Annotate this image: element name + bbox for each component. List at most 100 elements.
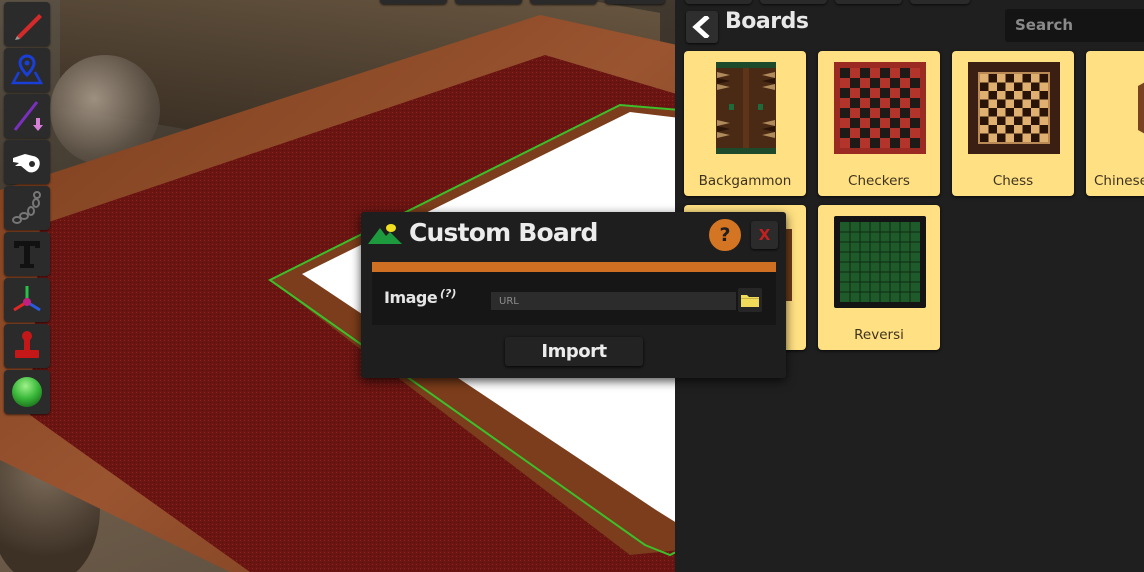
chess-square [997,108,1006,117]
board-card-reversi[interactable]: Reversi [818,205,940,350]
chess-square [997,91,1006,100]
chess-square [1022,99,1031,108]
chess-square [980,82,989,91]
top-tab[interactable] [685,0,752,4]
checkers-square [900,98,910,108]
chess-square [1014,91,1023,100]
checkers-square [850,78,860,88]
chess-square [980,99,989,108]
checkers-square [870,78,880,88]
chess-square [1005,116,1014,125]
line-arrow-icon [13,101,43,131]
checkers-square [880,88,890,98]
top-tab[interactable] [835,0,902,4]
checkers-square [880,118,890,128]
board-card-backgammon[interactable]: Backgammon [684,51,806,196]
top-tab[interactable] [455,0,522,4]
line-tool-button[interactable] [4,94,50,138]
chess-square [1031,133,1040,142]
top-tab[interactable] [380,0,447,4]
chess-square [1014,99,1023,108]
checkers-square [860,138,870,148]
reversi-thumbnail [834,216,926,308]
chess-square [1022,116,1031,125]
board-card-label: Reversi [854,327,904,343]
chinese-checkers-thumbnail [1138,82,1144,134]
flick-tool-button[interactable] [4,370,50,414]
chess-square [988,125,997,134]
chess-square [997,133,1006,142]
chess-square [997,125,1006,134]
checkers-square [910,98,920,108]
checkers-square [850,98,860,108]
checkers-square [860,98,870,108]
checkers-square [870,138,880,148]
chess-square [1014,125,1023,134]
close-button[interactable]: X [751,221,778,249]
chess-square [980,74,989,83]
top-tab[interactable] [530,0,597,4]
chess-square [980,91,989,100]
text-tool-button[interactable] [4,232,50,276]
board-card-chinese-checkers[interactable]: Chinese [1086,51,1144,196]
text-icon [14,241,40,268]
chess-square [997,99,1006,108]
grab-tool-button[interactable] [4,140,50,184]
game-viewport[interactable]: Boards Search Backgammon Checkers Chess … [0,0,1144,572]
checkers-square [850,118,860,128]
checkers-square [900,88,910,98]
checkers-square [840,78,850,88]
top-tab[interactable] [760,0,827,4]
checkers-square [860,118,870,128]
checkers-square [850,128,860,138]
green-ball-icon [12,377,42,407]
chess-square [1005,74,1014,83]
chess-square [1039,99,1048,108]
checkers-square [910,118,920,128]
top-tab[interactable] [605,0,665,4]
checkers-square [840,128,850,138]
browse-folder-button[interactable] [738,288,762,312]
checkers-square [870,98,880,108]
search-input[interactable] [1005,9,1144,42]
chess-square [1022,82,1031,91]
image-field-row: Image (?) [372,272,776,325]
chess-square [980,108,989,117]
checkers-thumbnail [834,62,926,154]
checkers-square [890,138,900,148]
board-card-label: Backgammon [698,173,792,189]
chess-square [1005,125,1014,134]
chess-square [1022,133,1031,142]
checkers-square [890,118,900,128]
board-card-label: Checkers [848,173,910,189]
url-input[interactable] [491,292,736,310]
checkers-square [900,68,910,78]
checkers-square [910,128,920,138]
image-help-hint[interactable]: (?) [440,287,456,300]
chess-square [988,99,997,108]
zone-tool-button[interactable] [4,48,50,92]
checkers-square [860,88,870,98]
chess-square [997,82,1006,91]
help-button[interactable]: ? [709,219,741,251]
back-button[interactable] [686,11,718,43]
chess-square [1014,74,1023,83]
checkers-square [840,68,850,78]
image-label: Image [384,288,438,307]
checkers-square [900,78,910,88]
gizmo-tool-button[interactable] [4,278,50,322]
draw-tool-button[interactable] [4,2,50,46]
joint-tool-button[interactable] [4,186,50,230]
stamp-tool-button[interactable] [4,324,50,368]
checkers-square [910,88,920,98]
chess-square [1039,82,1048,91]
board-card-checkers[interactable]: Checkers [818,51,940,196]
checkers-square [910,68,920,78]
chess-thumbnail [968,62,1060,154]
board-card-chess[interactable]: Chess [952,51,1074,196]
checkers-square [850,88,860,98]
import-button[interactable]: Import [505,337,643,366]
top-tab[interactable] [910,0,970,4]
chess-square [1031,116,1040,125]
chess-square [1031,82,1040,91]
